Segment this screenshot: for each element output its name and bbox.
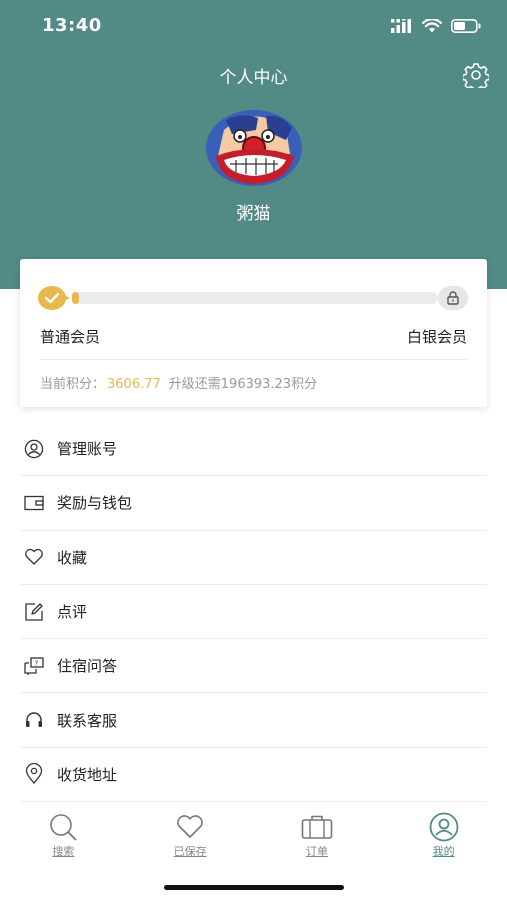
status-bar: 13:40 [0,0,507,56]
next-level-badge [438,286,468,310]
lock-icon [447,291,459,305]
tab-saved[interactable]: 已保存 [127,812,254,870]
briefcase-icon [301,812,333,842]
heart-icon [174,812,206,842]
menu-item-label: 住宿问答 [57,657,118,676]
status-time: 13:40 [42,15,102,36]
tab-me[interactable]: 我的 [380,812,507,870]
menu-item-rewards-wallet[interactable]: 奖励与钱包 [20,476,487,531]
menu-item-label: 收藏 [57,548,88,567]
location-icon [23,763,45,785]
menu-item-label: 管理账号 [57,440,118,459]
page-title: 个人中心 [219,68,288,88]
user-icon [23,438,45,460]
qa-icon: ? [23,655,45,677]
clown-avatar-icon [206,110,302,186]
points-row: 当前积分： 3606.77 升级还需196393.23积分 [40,373,317,392]
menu-item-stay-qa[interactable]: ? 住宿问答 [20,639,487,694]
points-label: 当前积分： [40,377,106,392]
upgrade-text: 升级还需196393.23积分 [168,377,318,392]
level-progress-fill [72,292,80,304]
wifi-icon [421,18,443,37]
points-value: 3606.77 [107,377,161,392]
tab-search[interactable]: 搜索 [0,812,127,870]
gear-icon [461,63,491,92]
wallet-icon [23,492,45,514]
signal-icon [391,18,413,37]
menu-item-label: 联系客服 [57,711,118,730]
membership-card[interactable]: 普通会员 白银会员 当前积分： 3606.77 升级还需196393.23积分 [20,259,487,407]
next-level-label: 白银会员 [406,328,467,346]
headset-icon [23,709,45,731]
search-icon [47,812,79,842]
menu-item-favorites[interactable]: 收藏 [20,531,487,585]
check-badge-icon [38,286,70,310]
menu-item-label: 收货地址 [57,765,118,784]
menu-item-customer-service[interactable]: 联系客服 [20,693,487,748]
avatar[interactable] [206,110,302,186]
menu-item-shipping-address[interactable]: 收货地址 [20,748,487,803]
username: 粥猫 [236,204,271,224]
tab-bar: 搜索 已保存 订单 我的 [0,812,507,870]
menu-item-manage-account[interactable]: 管理账号 [20,422,487,477]
profile-icon [428,812,460,842]
tab-label: 搜索 [52,845,75,858]
menu-item-reviews[interactable]: 点评 [20,585,487,640]
battery-icon [451,18,481,37]
status-icons [391,18,481,37]
settings-button[interactable] [461,62,491,92]
menu-item-label: 点评 [57,603,88,622]
svg-text:?: ? [35,659,39,667]
tab-orders[interactable]: 订单 [254,812,381,870]
card-divider [40,359,467,360]
tab-label: 已保存 [173,845,207,858]
level-progress-bar [72,292,438,304]
edit-icon [23,601,45,623]
tab-label: 订单 [305,845,328,858]
heart-icon [23,546,45,568]
settings-menu: 管理账号 奖励与钱包 收藏 点评 ? 住宿问答 联系客服 收货地址 [20,422,487,803]
current-level-label: 普通会员 [40,328,101,346]
tab-label: 我的 [432,845,455,858]
home-indicator [164,885,344,890]
menu-item-label: 奖励与钱包 [57,494,133,513]
